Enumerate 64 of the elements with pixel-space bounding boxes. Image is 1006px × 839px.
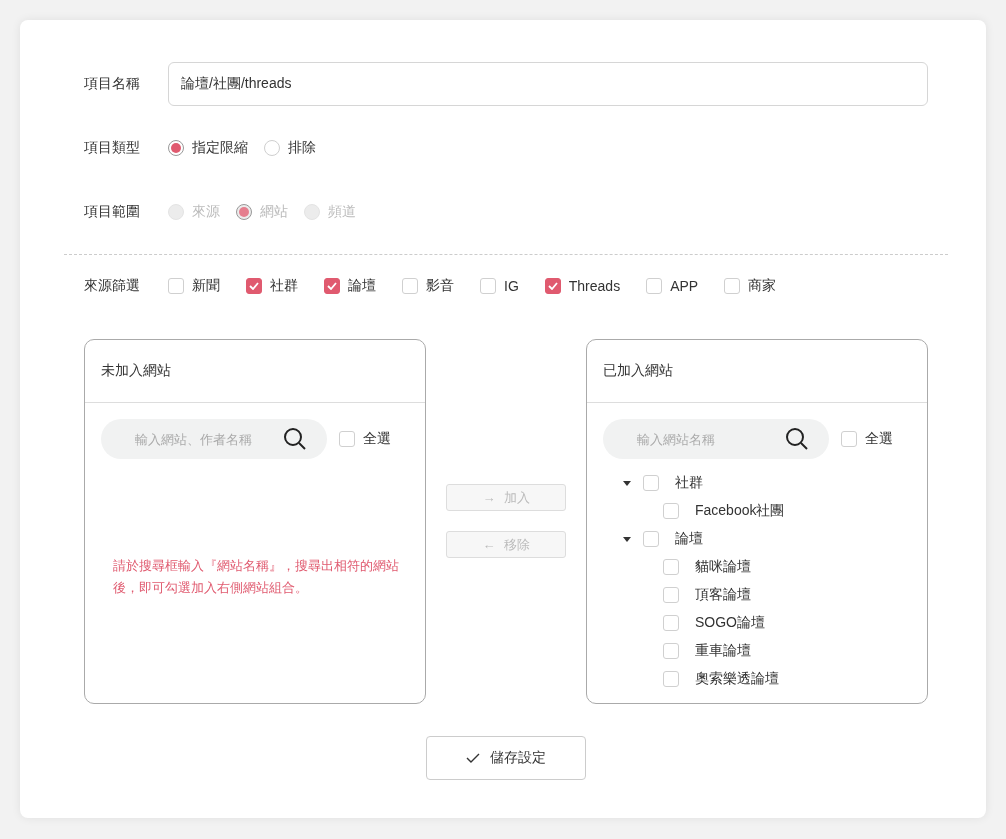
checkbox[interactable] bbox=[663, 587, 679, 603]
check-icon bbox=[249, 282, 259, 290]
caret-icon[interactable] bbox=[623, 535, 631, 543]
panel-title: 未加入網站 bbox=[101, 362, 171, 380]
checkbox[interactable] bbox=[544, 278, 561, 294]
tree-item-label: 論壇 bbox=[675, 530, 703, 548]
checkbox[interactable] bbox=[663, 671, 679, 687]
radio-label: 網站 bbox=[260, 203, 288, 221]
field-label: 項目名稱 bbox=[84, 75, 141, 93]
radio-label: 頻道 bbox=[328, 203, 356, 221]
search-input[interactable]: 輸入網站、作者名稱 bbox=[133, 430, 273, 448]
panel-title: 已加入網站 bbox=[603, 362, 673, 380]
checkbox[interactable] bbox=[324, 278, 340, 294]
tree-item-label: 重車論壇 bbox=[695, 642, 751, 660]
radio-label: 排除 bbox=[288, 139, 316, 157]
field-label: 來源篩選 bbox=[84, 277, 141, 295]
name-field[interactable]: 論壇/社團/threads bbox=[168, 62, 928, 106]
search-icon[interactable] bbox=[283, 427, 307, 451]
select-all-label: 全選 bbox=[865, 430, 893, 448]
checkbox[interactable] bbox=[643, 531, 659, 547]
checkbox[interactable] bbox=[402, 278, 418, 294]
checkbox-label: 影音 bbox=[426, 277, 454, 295]
radio-button[interactable] bbox=[264, 140, 280, 156]
checkbox[interactable] bbox=[663, 615, 679, 631]
checkbox[interactable] bbox=[168, 278, 184, 294]
hint-text: 請於搜尋框輸入『網站名稱』，搜尋出相符的網站後，即可勾選加入右側網站組合。 bbox=[113, 557, 399, 597]
search-field[interactable]: 輸入網站、作者名稱 bbox=[101, 419, 327, 459]
save-button[interactable]: 儲存設定 bbox=[426, 736, 586, 780]
tree-item-label: 頂客論壇 bbox=[695, 586, 751, 604]
search-input[interactable]: 輸入網站名稱 bbox=[635, 430, 775, 448]
radio-label: 來源 bbox=[192, 203, 220, 221]
radio-label: 指定限縮 bbox=[192, 139, 248, 157]
checkbox-label: APP bbox=[670, 278, 699, 294]
radio-button[interactable] bbox=[168, 140, 184, 156]
checkbox[interactable] bbox=[663, 559, 679, 575]
tree-item-label: 社群 bbox=[675, 474, 703, 492]
checkbox[interactable] bbox=[724, 278, 741, 294]
field-label: 項目類型 bbox=[84, 139, 141, 157]
checkbox[interactable] bbox=[339, 431, 355, 447]
checkbox[interactable] bbox=[643, 475, 659, 491]
checkbox-label: 社群 bbox=[270, 277, 298, 295]
checkbox[interactable] bbox=[663, 643, 679, 659]
select-all-label: 全選 bbox=[363, 430, 391, 448]
checkbox-label: IG bbox=[504, 278, 519, 294]
check-icon bbox=[547, 282, 558, 290]
tree-item-label: 貓咪論壇 bbox=[695, 558, 751, 576]
tree-item-label: SOGO論壇 bbox=[695, 614, 765, 632]
tree-item-label: Facebook社團 bbox=[695, 502, 785, 520]
checkbox[interactable] bbox=[663, 503, 679, 519]
search-icon[interactable] bbox=[785, 427, 809, 451]
checkbox[interactable] bbox=[841, 431, 857, 447]
search-field[interactable]: 輸入網站名稱 bbox=[603, 419, 829, 459]
checkbox-label: 論壇 bbox=[348, 277, 376, 295]
checkbox[interactable] bbox=[480, 278, 496, 294]
checkbox[interactable] bbox=[646, 278, 663, 294]
checkbox-label: Threads bbox=[568, 278, 621, 294]
checkbox-label: 商家 bbox=[748, 277, 777, 295]
check-icon bbox=[466, 752, 480, 764]
field-label: 項目範圍 bbox=[84, 203, 141, 221]
check-icon bbox=[327, 282, 337, 290]
tree-item-label: 奧索樂透論壇 bbox=[695, 670, 779, 688]
checkbox-label: 新聞 bbox=[192, 277, 220, 295]
caret-icon[interactable] bbox=[623, 479, 631, 487]
checkbox[interactable] bbox=[246, 278, 262, 294]
